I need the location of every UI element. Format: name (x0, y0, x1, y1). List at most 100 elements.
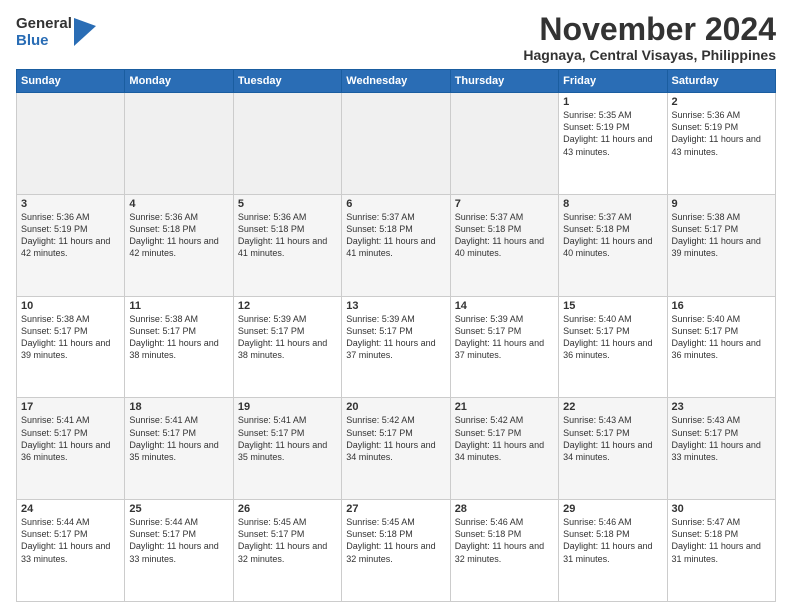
day-info: Sunrise: 5:36 AM Sunset: 5:19 PM Dayligh… (21, 211, 120, 260)
table-row: 26Sunrise: 5:45 AM Sunset: 5:17 PM Dayli… (233, 500, 341, 602)
day-info: Sunrise: 5:36 AM Sunset: 5:18 PM Dayligh… (238, 211, 337, 260)
day-number: 25 (129, 503, 228, 515)
day-info: Sunrise: 5:40 AM Sunset: 5:17 PM Dayligh… (563, 313, 662, 362)
month-year-title: November 2024 (523, 12, 776, 47)
table-row (342, 93, 450, 195)
table-row: 17Sunrise: 5:41 AM Sunset: 5:17 PM Dayli… (17, 398, 125, 500)
calendar-week-row: 3Sunrise: 5:36 AM Sunset: 5:19 PM Daylig… (17, 194, 776, 296)
day-number: 2 (672, 96, 771, 108)
table-row: 8Sunrise: 5:37 AM Sunset: 5:18 PM Daylig… (559, 194, 667, 296)
table-row: 25Sunrise: 5:44 AM Sunset: 5:17 PM Dayli… (125, 500, 233, 602)
table-row: 29Sunrise: 5:46 AM Sunset: 5:18 PM Dayli… (559, 500, 667, 602)
day-number: 13 (346, 300, 445, 312)
table-row (125, 93, 233, 195)
day-number: 21 (455, 401, 554, 413)
calendar-week-row: 1Sunrise: 5:35 AM Sunset: 5:19 PM Daylig… (17, 93, 776, 195)
table-row: 19Sunrise: 5:41 AM Sunset: 5:17 PM Dayli… (233, 398, 341, 500)
table-row: 24Sunrise: 5:44 AM Sunset: 5:17 PM Dayli… (17, 500, 125, 602)
day-number: 10 (21, 300, 120, 312)
table-row: 10Sunrise: 5:38 AM Sunset: 5:17 PM Dayli… (17, 296, 125, 398)
day-info: Sunrise: 5:41 AM Sunset: 5:17 PM Dayligh… (238, 414, 337, 463)
page: General Blue November 2024 Hagnaya, Cent… (0, 0, 792, 612)
day-info: Sunrise: 5:46 AM Sunset: 5:18 PM Dayligh… (455, 516, 554, 565)
day-info: Sunrise: 5:39 AM Sunset: 5:17 PM Dayligh… (455, 313, 554, 362)
title-block: November 2024 Hagnaya, Central Visayas, … (523, 12, 776, 63)
day-number: 30 (672, 503, 771, 515)
table-row (450, 93, 558, 195)
day-number: 14 (455, 300, 554, 312)
day-number: 9 (672, 198, 771, 210)
day-number: 24 (21, 503, 120, 515)
col-friday: Friday (559, 70, 667, 93)
col-thursday: Thursday (450, 70, 558, 93)
day-info: Sunrise: 5:38 AM Sunset: 5:17 PM Dayligh… (21, 313, 120, 362)
day-info: Sunrise: 5:43 AM Sunset: 5:17 PM Dayligh… (672, 414, 771, 463)
logo-blue: Blue (16, 33, 72, 50)
day-number: 1 (563, 96, 662, 108)
day-info: Sunrise: 5:41 AM Sunset: 5:17 PM Dayligh… (21, 414, 120, 463)
logo-icon (74, 18, 96, 46)
location-subtitle: Hagnaya, Central Visayas, Philippines (523, 47, 776, 63)
table-row: 27Sunrise: 5:45 AM Sunset: 5:18 PM Dayli… (342, 500, 450, 602)
day-number: 6 (346, 198, 445, 210)
day-info: Sunrise: 5:42 AM Sunset: 5:17 PM Dayligh… (346, 414, 445, 463)
day-info: Sunrise: 5:42 AM Sunset: 5:17 PM Dayligh… (455, 414, 554, 463)
day-info: Sunrise: 5:37 AM Sunset: 5:18 PM Dayligh… (346, 211, 445, 260)
table-row: 1Sunrise: 5:35 AM Sunset: 5:19 PM Daylig… (559, 93, 667, 195)
day-number: 4 (129, 198, 228, 210)
table-row: 15Sunrise: 5:40 AM Sunset: 5:17 PM Dayli… (559, 296, 667, 398)
table-row: 16Sunrise: 5:40 AM Sunset: 5:17 PM Dayli… (667, 296, 775, 398)
day-number: 7 (455, 198, 554, 210)
day-info: Sunrise: 5:37 AM Sunset: 5:18 PM Dayligh… (563, 211, 662, 260)
table-row: 28Sunrise: 5:46 AM Sunset: 5:18 PM Dayli… (450, 500, 558, 602)
table-row: 6Sunrise: 5:37 AM Sunset: 5:18 PM Daylig… (342, 194, 450, 296)
table-row (17, 93, 125, 195)
day-number: 17 (21, 401, 120, 413)
logo-general: General (16, 16, 72, 33)
table-row: 11Sunrise: 5:38 AM Sunset: 5:17 PM Dayli… (125, 296, 233, 398)
calendar-week-row: 24Sunrise: 5:44 AM Sunset: 5:17 PM Dayli… (17, 500, 776, 602)
table-row: 23Sunrise: 5:43 AM Sunset: 5:17 PM Dayli… (667, 398, 775, 500)
day-number: 15 (563, 300, 662, 312)
col-wednesday: Wednesday (342, 70, 450, 93)
calendar-week-row: 17Sunrise: 5:41 AM Sunset: 5:17 PM Dayli… (17, 398, 776, 500)
day-number: 29 (563, 503, 662, 515)
day-info: Sunrise: 5:35 AM Sunset: 5:19 PM Dayligh… (563, 109, 662, 158)
day-info: Sunrise: 5:39 AM Sunset: 5:17 PM Dayligh… (346, 313, 445, 362)
day-number: 20 (346, 401, 445, 413)
day-info: Sunrise: 5:39 AM Sunset: 5:17 PM Dayligh… (238, 313, 337, 362)
day-number: 16 (672, 300, 771, 312)
day-number: 22 (563, 401, 662, 413)
day-number: 5 (238, 198, 337, 210)
calendar-week-row: 10Sunrise: 5:38 AM Sunset: 5:17 PM Dayli… (17, 296, 776, 398)
day-number: 12 (238, 300, 337, 312)
day-info: Sunrise: 5:45 AM Sunset: 5:17 PM Dayligh… (238, 516, 337, 565)
day-number: 11 (129, 300, 228, 312)
day-info: Sunrise: 5:44 AM Sunset: 5:17 PM Dayligh… (21, 516, 120, 565)
day-number: 19 (238, 401, 337, 413)
calendar-header-row: Sunday Monday Tuesday Wednesday Thursday… (17, 70, 776, 93)
day-info: Sunrise: 5:36 AM Sunset: 5:19 PM Dayligh… (672, 109, 771, 158)
day-info: Sunrise: 5:36 AM Sunset: 5:18 PM Dayligh… (129, 211, 228, 260)
day-number: 26 (238, 503, 337, 515)
col-saturday: Saturday (667, 70, 775, 93)
table-row: 5Sunrise: 5:36 AM Sunset: 5:18 PM Daylig… (233, 194, 341, 296)
day-info: Sunrise: 5:38 AM Sunset: 5:17 PM Dayligh… (129, 313, 228, 362)
day-info: Sunrise: 5:45 AM Sunset: 5:18 PM Dayligh… (346, 516, 445, 565)
day-info: Sunrise: 5:40 AM Sunset: 5:17 PM Dayligh… (672, 313, 771, 362)
col-sunday: Sunday (17, 70, 125, 93)
table-row: 21Sunrise: 5:42 AM Sunset: 5:17 PM Dayli… (450, 398, 558, 500)
day-info: Sunrise: 5:47 AM Sunset: 5:18 PM Dayligh… (672, 516, 771, 565)
table-row: 12Sunrise: 5:39 AM Sunset: 5:17 PM Dayli… (233, 296, 341, 398)
table-row: 2Sunrise: 5:36 AM Sunset: 5:19 PM Daylig… (667, 93, 775, 195)
table-row: 30Sunrise: 5:47 AM Sunset: 5:18 PM Dayli… (667, 500, 775, 602)
logo: General Blue (16, 16, 96, 49)
day-info: Sunrise: 5:43 AM Sunset: 5:17 PM Dayligh… (563, 414, 662, 463)
table-row: 9Sunrise: 5:38 AM Sunset: 5:17 PM Daylig… (667, 194, 775, 296)
table-row: 13Sunrise: 5:39 AM Sunset: 5:17 PM Dayli… (342, 296, 450, 398)
day-number: 28 (455, 503, 554, 515)
table-row: 22Sunrise: 5:43 AM Sunset: 5:17 PM Dayli… (559, 398, 667, 500)
table-row: 14Sunrise: 5:39 AM Sunset: 5:17 PM Dayli… (450, 296, 558, 398)
day-number: 18 (129, 401, 228, 413)
day-number: 23 (672, 401, 771, 413)
